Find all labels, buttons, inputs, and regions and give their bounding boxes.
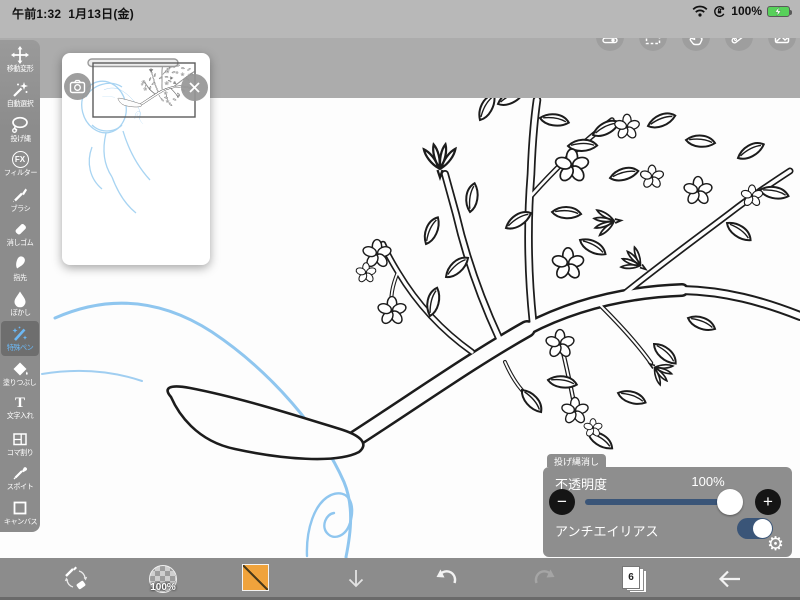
sidebar-item-label: ブラシ bbox=[10, 203, 30, 213]
sidebar-item-label: 消しゴム bbox=[6, 238, 34, 248]
move-transform-icon bbox=[11, 46, 29, 65]
status-date: 1月13日(金) bbox=[68, 7, 134, 21]
camera-button[interactable] bbox=[64, 73, 91, 100]
down-arrow-icon bbox=[348, 570, 364, 588]
battery-percent: 100% bbox=[731, 4, 762, 18]
clock-and-date: 午前1:32 1月13日(金) bbox=[12, 5, 134, 22]
status-time: 午前1:32 bbox=[12, 7, 62, 21]
sidebar-item-label: スポイト bbox=[6, 482, 34, 492]
sidebar-item-label: 塗りつぶし bbox=[3, 378, 37, 387]
sidebar-item-special-pen[interactable]: 特殊ペン bbox=[1, 320, 39, 356]
sidebar-item-label: 指先 bbox=[13, 273, 27, 283]
back-button[interactable] bbox=[712, 558, 748, 600]
sidebar-item-label: コマ割り bbox=[6, 447, 34, 457]
sidebar-item-label: 移動変形 bbox=[6, 64, 34, 73]
close-button[interactable] bbox=[181, 74, 208, 101]
gear-icon[interactable]: ⚙ bbox=[767, 533, 784, 555]
opacity-value: 100% bbox=[691, 474, 725, 489]
brush-size-value: 100% bbox=[150, 582, 176, 593]
sidebar-item-finger[interactable]: 指先 bbox=[0, 251, 40, 286]
magic-wand-icon bbox=[13, 82, 28, 97]
sidebar-item-label: キャンバス bbox=[3, 517, 37, 527]
battery-charging-icon bbox=[767, 5, 792, 17]
sidebar-item-label: 文字入れ bbox=[6, 411, 34, 421]
sidebar-item-blur[interactable]: ぼかし bbox=[0, 286, 40, 321]
opacity-slider-thumb[interactable] bbox=[717, 489, 743, 515]
back-arrow-icon bbox=[718, 570, 740, 588]
sidebar-item-label: 投げ縄 bbox=[10, 134, 30, 143]
color-swatch[interactable] bbox=[242, 564, 269, 591]
fx-filter-icon: FX bbox=[11, 151, 29, 169]
finger-icon bbox=[16, 256, 25, 269]
sidebar-item-canvas[interactable]: キャンバス bbox=[0, 495, 40, 530]
lasso-icon bbox=[12, 116, 28, 133]
eraser-icon bbox=[15, 224, 26, 235]
opacity-increase-button[interactable]: + bbox=[755, 489, 781, 515]
sidebar-item-eyedropper[interactable]: スポイト bbox=[0, 460, 40, 495]
layers-count-badge: 6 bbox=[622, 566, 640, 589]
canvas-icon bbox=[13, 501, 27, 515]
layers-button[interactable]: 6 bbox=[622, 566, 652, 593]
pen-eraser-swap-button[interactable] bbox=[58, 558, 94, 600]
tool-sidebar: 移動変形 自動選択 投げ縄 FX フィルター ブラシ 消しゴム 指先 ぼかし 特… bbox=[0, 40, 40, 532]
sidebar-item-panel-divide[interactable]: コマ割り bbox=[0, 425, 40, 460]
tool-panel-tab: 投げ縄消し bbox=[547, 454, 607, 467]
fill-bucket-icon bbox=[13, 362, 28, 376]
sidebar-item-label: 特殊ペン bbox=[6, 343, 34, 352]
sidebar-item-fill[interactable]: 塗りつぶし bbox=[0, 356, 40, 391]
sidebar-item-text[interactable]: T 文字入れ bbox=[0, 391, 40, 426]
close-icon bbox=[189, 82, 200, 93]
status-bar: 午前1:32 1月13日(金) 100% bbox=[0, 0, 800, 38]
antialias-label: アンチエイリアス bbox=[555, 524, 659, 539]
sidebar-item-lasso[interactable]: 投げ縄 bbox=[0, 112, 40, 147]
sidebar-item-eraser[interactable]: 消しゴム bbox=[0, 216, 40, 251]
brush-icon bbox=[13, 188, 27, 202]
camera-icon bbox=[69, 79, 86, 94]
special-pen-icon bbox=[12, 326, 27, 341]
tool-drawer-button[interactable] bbox=[338, 558, 374, 600]
panel-divide-icon bbox=[13, 432, 27, 445]
redo-button[interactable] bbox=[527, 558, 563, 600]
sidebar-item-brush[interactable]: ブラシ bbox=[0, 181, 40, 216]
tool-settings-panel: 投げ縄消し 不透明度 100% − + アンチエイリアス ⚙ bbox=[543, 454, 792, 557]
wifi-icon bbox=[692, 5, 708, 17]
eyedropper-icon bbox=[13, 467, 27, 480]
text-tool-icon: T bbox=[14, 395, 25, 412]
sidebar-item-move-transform[interactable]: 移動変形 bbox=[0, 42, 40, 77]
bottom-toolbar: 100% 6 bbox=[0, 558, 800, 600]
undo-button[interactable] bbox=[428, 558, 464, 600]
navigator-panel bbox=[62, 53, 210, 265]
opacity-decrease-button[interactable]: − bbox=[549, 489, 575, 515]
blur-drop-icon bbox=[14, 291, 26, 308]
sidebar-item-filter[interactable]: FX フィルター bbox=[0, 147, 40, 182]
pen-eraser-swap-icon bbox=[64, 566, 88, 590]
sidebar-item-auto-select[interactable]: 自動選択 bbox=[0, 77, 40, 112]
sidebar-item-label: 自動選択 bbox=[6, 99, 34, 108]
sidebar-item-label: ぼかし bbox=[10, 308, 30, 317]
status-icons: 100% bbox=[692, 4, 792, 18]
redo-icon bbox=[534, 569, 555, 584]
undo-icon bbox=[436, 569, 457, 584]
orientation-lock-icon bbox=[714, 5, 725, 17]
sidebar-item-label: フィルター bbox=[3, 168, 37, 178]
